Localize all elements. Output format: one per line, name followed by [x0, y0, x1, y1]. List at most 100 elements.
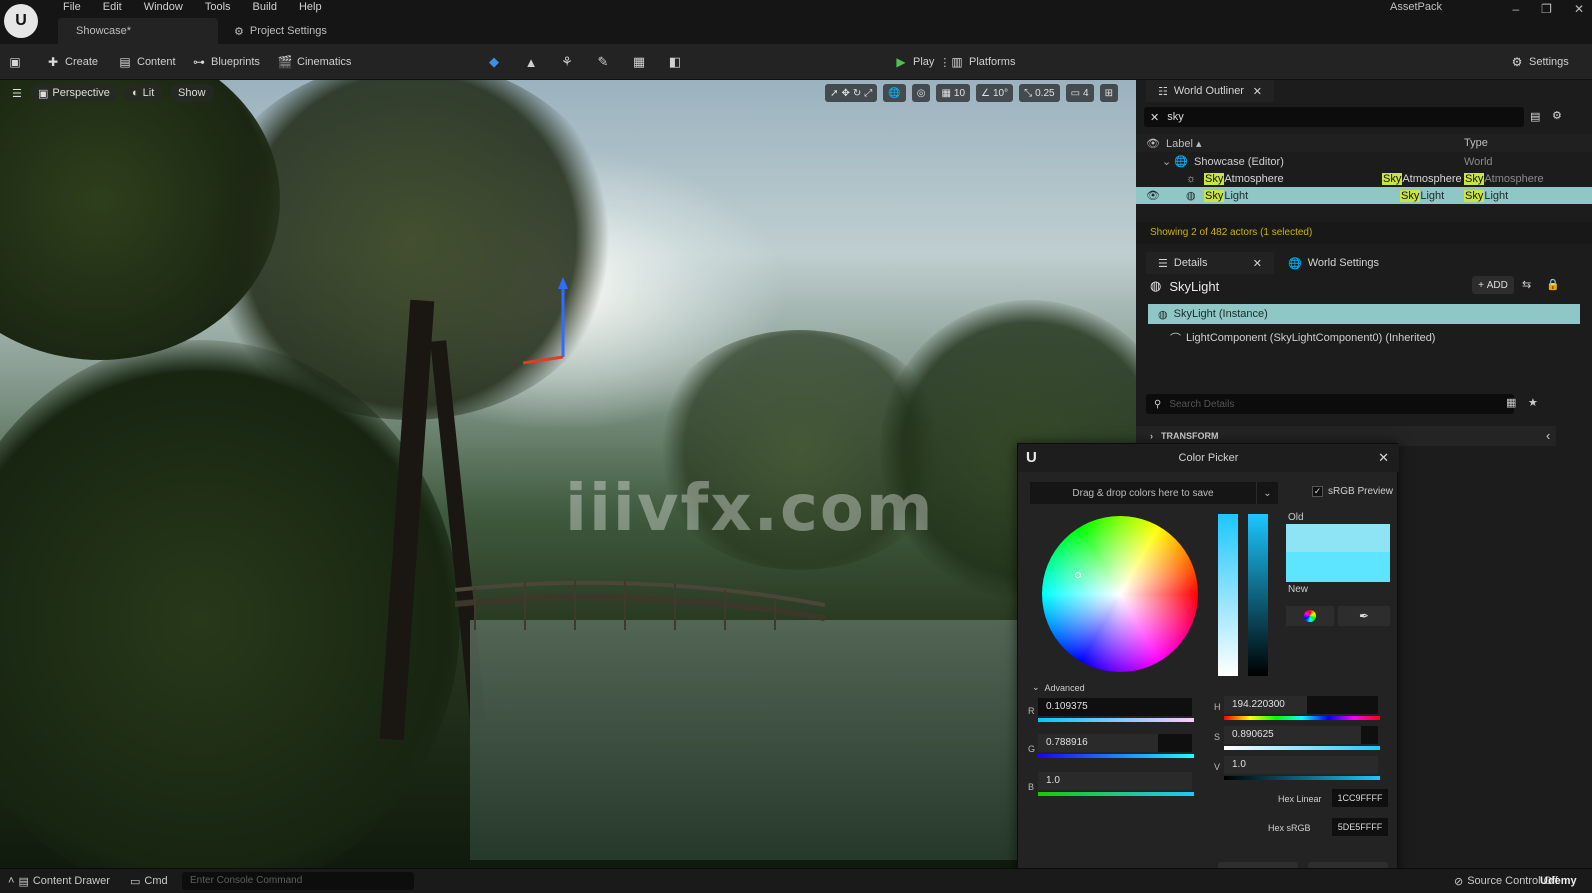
h-channel-field[interactable]: 194.220300 [1224, 696, 1378, 714]
content-drawer-button[interactable]: ˄ ▤ Content Drawer [8, 873, 110, 889]
column-label-header[interactable]: Label ▴ [1166, 137, 1202, 150]
advanced-section[interactable]: ⌄ Advanced [1032, 682, 1085, 693]
close-icon[interactable]: ✕ [1574, 0, 1584, 18]
details-search-input[interactable]: ⚲ Search Details [1146, 394, 1514, 414]
add-folder-icon[interactable]: ▤ [1530, 110, 1540, 123]
close-tab-icon[interactable]: ✕ [1253, 85, 1262, 98]
outliner-row-skyatmosphere[interactable]: ☼ SkyAtmosphere SkyAtmosphere SkyAtmosph… [1136, 170, 1592, 187]
menu-tools[interactable]: Tools [194, 0, 242, 14]
h-channel-slider[interactable] [1224, 716, 1380, 720]
r-channel-field[interactable]: 0.109375 [1038, 698, 1192, 716]
blueprint-convert-icon[interactable]: ⇆ [1522, 278, 1531, 291]
outliner-row-skylight[interactable]: 👁 ◍ SkyLight SkyLight SkyLight [1136, 187, 1592, 204]
menu-help[interactable]: Help [288, 0, 333, 14]
column-type-header[interactable]: Type [1464, 137, 1488, 149]
perspective-button[interactable]: ▣ Perspective [30, 84, 118, 102]
move-tool-icon[interactable]: ✥ [841, 88, 849, 99]
rotate-tool-icon[interactable]: ↻ [853, 88, 861, 99]
tab-world-settings[interactable]: 🌐 World Settings [1278, 252, 1389, 274]
water-surface [470, 620, 1030, 860]
s-channel-slider[interactable] [1224, 746, 1380, 750]
maximize-viewport-icon[interactable]: ⊞ [1099, 84, 1118, 102]
clear-search-icon[interactable]: ✕ [1150, 111, 1159, 124]
transform-tools[interactable]: ➚ ✥ ↻ ⤢ [825, 84, 878, 102]
camera-speed-button[interactable]: ▭ 4 [1065, 84, 1094, 102]
close-tab-icon[interactable]: ✕ [1253, 257, 1262, 270]
g-channel-field[interactable]: 0.788916 [1038, 734, 1192, 752]
foliage-mode-icon[interactable]: ⚘ [559, 54, 575, 70]
tab-world-outliner[interactable]: ☷ World Outliner ✕ [1146, 80, 1274, 102]
outliner-search-input[interactable]: ✕ sky [1144, 107, 1524, 127]
component-lightcomponent[interactable]: ⌒ LightComponent (SkyLightComponent0) (I… [1170, 330, 1435, 346]
color-wheel-mode-button[interactable] [1286, 606, 1334, 626]
v-channel-field[interactable]: 1.0 [1224, 756, 1378, 774]
show-button[interactable]: Show [170, 84, 214, 102]
srgb-preview-checkbox[interactable]: ✓ sRGB Preview [1312, 486, 1393, 497]
console-input[interactable]: Enter Console Command [182, 872, 414, 890]
paint-mode-icon[interactable]: ✎ [595, 54, 611, 70]
checkbox-checked-icon[interactable]: ✓ [1312, 486, 1323, 497]
expand-icon[interactable]: ⌄ [1162, 155, 1171, 168]
add-component-button[interactable]: + ADD [1472, 276, 1514, 294]
g-channel-slider[interactable] [1038, 754, 1194, 758]
settings-button[interactable]: ⚙ Settings [1510, 53, 1569, 71]
eyedropper-button[interactable]: ✒ [1338, 606, 1390, 626]
value-slider[interactable] [1248, 514, 1268, 676]
hex-srgb-field[interactable]: 5DE5FFFF [1332, 818, 1388, 836]
color-wheel-cursor[interactable] [1075, 572, 1081, 578]
component-skylight-instance[interactable]: ◍ SkyLight (Instance) [1148, 304, 1580, 324]
maximize-icon[interactable]: ❐ [1541, 0, 1552, 18]
platforms-button[interactable]: ▥ Platforms [950, 53, 1015, 71]
rotation-snap-button[interactable]: ∠ 10° [976, 84, 1014, 102]
collapse-panel-icon[interactable]: ‹ [1546, 428, 1550, 443]
udemy-logo: Udemy [1540, 875, 1577, 887]
lock-icon[interactable]: 🔒 [1546, 278, 1560, 291]
transform-gizmo[interactable] [518, 275, 578, 365]
property-matrix-icon[interactable]: ▦ [1506, 396, 1516, 409]
minimize-icon[interactable]: – [1512, 0, 1519, 18]
hex-linear-field[interactable]: 1CC9FFFF [1332, 789, 1388, 807]
b-channel-field[interactable]: 1.0 [1038, 772, 1192, 790]
s-channel-field[interactable]: 0.890625 [1224, 726, 1378, 744]
surface-snap-icon[interactable]: ◎ [911, 84, 931, 102]
grid-snap-button[interactable]: ▦ 10 [936, 84, 971, 102]
scale-snap-button[interactable]: ⤡ 0.25 [1019, 84, 1060, 102]
color-wheel[interactable] [1042, 516, 1198, 672]
select-mode-icon[interactable]: ◆ [486, 54, 502, 70]
outliner-settings-icon[interactable]: ⚙ [1552, 109, 1562, 122]
cmd-button[interactable]: ▭ Cmd [130, 873, 168, 889]
visibility-icon[interactable]: 👁 [1146, 189, 1160, 202]
menu-window[interactable]: Window [133, 0, 194, 14]
tab-details[interactable]: ☰ Details ✕ [1146, 252, 1274, 274]
tab-project-settings[interactable]: ⚙ Project Settings [230, 18, 380, 44]
saturation-slider[interactable] [1218, 514, 1238, 676]
unreal-logo-icon[interactable]: U [4, 4, 38, 38]
r-channel-slider[interactable] [1038, 718, 1194, 722]
outliner-row-world[interactable]: ⌄ 🌐 Showcase (Editor) World [1136, 153, 1592, 170]
create-button[interactable]: ✚ Create [46, 53, 98, 71]
mesh-mode-icon[interactable]: ▦ [631, 54, 647, 70]
v-channel-slider[interactable] [1224, 776, 1380, 780]
play-button[interactable]: ▶ Play ⋮ [894, 53, 950, 71]
cinematics-button[interactable]: 🎬 Cinematics [278, 53, 352, 71]
blueprints-button[interactable]: ⊶ Blueprints [192, 53, 260, 71]
tab-level-showcase[interactable]: Showcase* [58, 18, 218, 44]
fracture-mode-icon[interactable]: ◧ [667, 54, 683, 70]
close-icon[interactable]: ✕ [1378, 450, 1389, 466]
chevron-down-icon[interactable]: ⌄ [1256, 482, 1278, 504]
viewport-menu-icon[interactable]: ☰ [4, 84, 30, 102]
menu-build[interactable]: Build [242, 0, 288, 14]
menu-edit[interactable]: Edit [92, 0, 133, 14]
play-options-icon[interactable]: ⋮ [939, 56, 950, 69]
world-local-toggle-icon[interactable]: 🌐 [883, 84, 906, 102]
scale-tool-icon[interactable]: ⤢ [864, 88, 872, 99]
select-tool-icon[interactable]: ➚ [830, 88, 838, 99]
menu-file[interactable]: File [52, 0, 92, 14]
content-button[interactable]: ▤ Content [118, 53, 175, 71]
favorites-icon[interactable]: ★ [1528, 396, 1538, 409]
landscape-mode-icon[interactable]: ▲ [523, 54, 539, 70]
b-channel-slider[interactable] [1038, 792, 1194, 796]
save-button[interactable]: ▣ [8, 53, 22, 71]
lit-button[interactable]: ◐ Lit [124, 84, 163, 102]
color-theme-dropzone[interactable]: Drag & drop colors here to save [1030, 482, 1256, 504]
